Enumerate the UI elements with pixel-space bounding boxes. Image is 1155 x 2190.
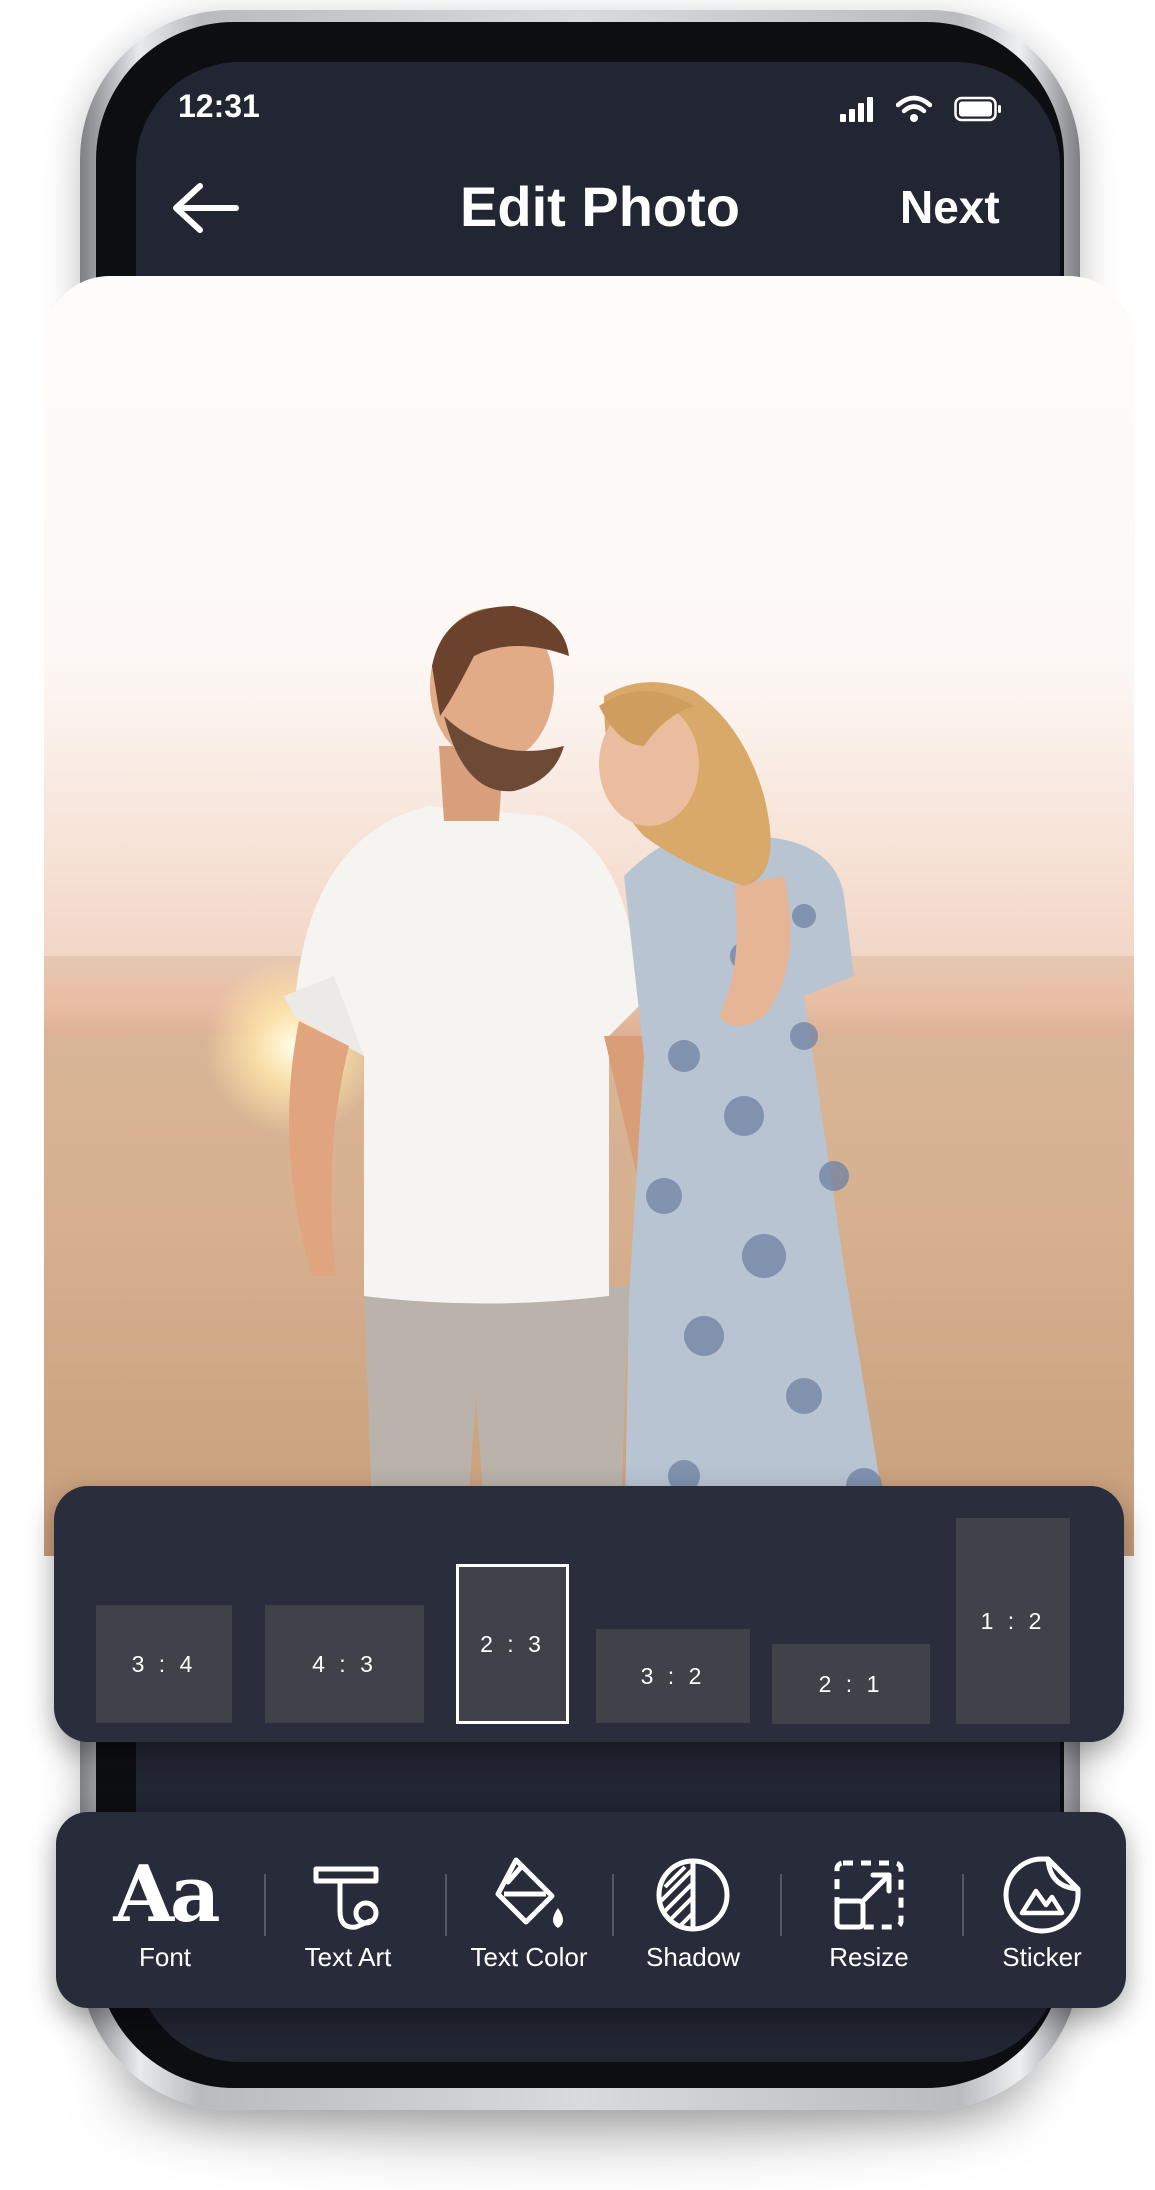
shadow-icon <box>648 1852 738 1938</box>
paint-bucket-icon <box>484 1852 574 1938</box>
tool-label: Sticker <box>1002 1942 1082 1972</box>
status-icons <box>840 92 1002 126</box>
ratio-option-3-4[interactable]: 3 : 4 <box>96 1605 232 1723</box>
page-title: Edit Photo <box>460 175 740 238</box>
sticker-icon <box>997 1852 1087 1938</box>
font-icon: Aa <box>113 1852 220 1938</box>
ratio-option-2-1[interactable]: 2 : 1 <box>772 1644 930 1724</box>
next-button[interactable]: Next <box>900 180 1000 234</box>
text-art-icon <box>303 1852 393 1938</box>
couple-photo-illustration <box>284 606 893 1556</box>
tool-text-color[interactable]: Text Color <box>449 1852 609 1982</box>
tool-resize[interactable]: Resize <box>789 1852 949 1982</box>
wifi-icon <box>896 95 932 122</box>
tool-shadow[interactable]: Shadow <box>613 1852 773 1982</box>
ratio-option-1-2[interactable]: 1 : 2 <box>956 1518 1070 1724</box>
tool-label: Text Color <box>470 1942 588 1972</box>
toolbar-divider <box>264 1874 266 1936</box>
tool-sticker[interactable]: Sticker <box>962 1852 1122 1982</box>
photo-canvas[interactable] <box>44 276 1134 1556</box>
tool-label: Shadow <box>646 1942 740 1972</box>
back-arrow-icon[interactable] <box>168 180 240 236</box>
toolbar-divider <box>780 1874 782 1936</box>
toolbar-divider <box>445 1874 447 1936</box>
tool-label: Font <box>138 1942 192 1972</box>
tool-label: Resize <box>829 1942 909 1972</box>
tool-label: Text Art <box>304 1942 392 1972</box>
signal-icon <box>840 97 873 122</box>
ratio-option-2-3[interactable]: 2 : 3 <box>456 1564 569 1724</box>
resize-icon <box>824 1852 914 1938</box>
font-icon-glyph: Aa <box>113 1849 220 1940</box>
ratio-option-3-2[interactable]: 3 : 2 <box>596 1629 750 1723</box>
ratio-option-4-3[interactable]: 4 : 3 <box>265 1605 424 1723</box>
status-time: 12:31 <box>178 88 260 124</box>
battery-icon <box>954 96 1001 122</box>
tool-text-art[interactable]: Text Art <box>268 1852 428 1982</box>
tool-font[interactable]: Aa Font <box>85 1852 245 1982</box>
